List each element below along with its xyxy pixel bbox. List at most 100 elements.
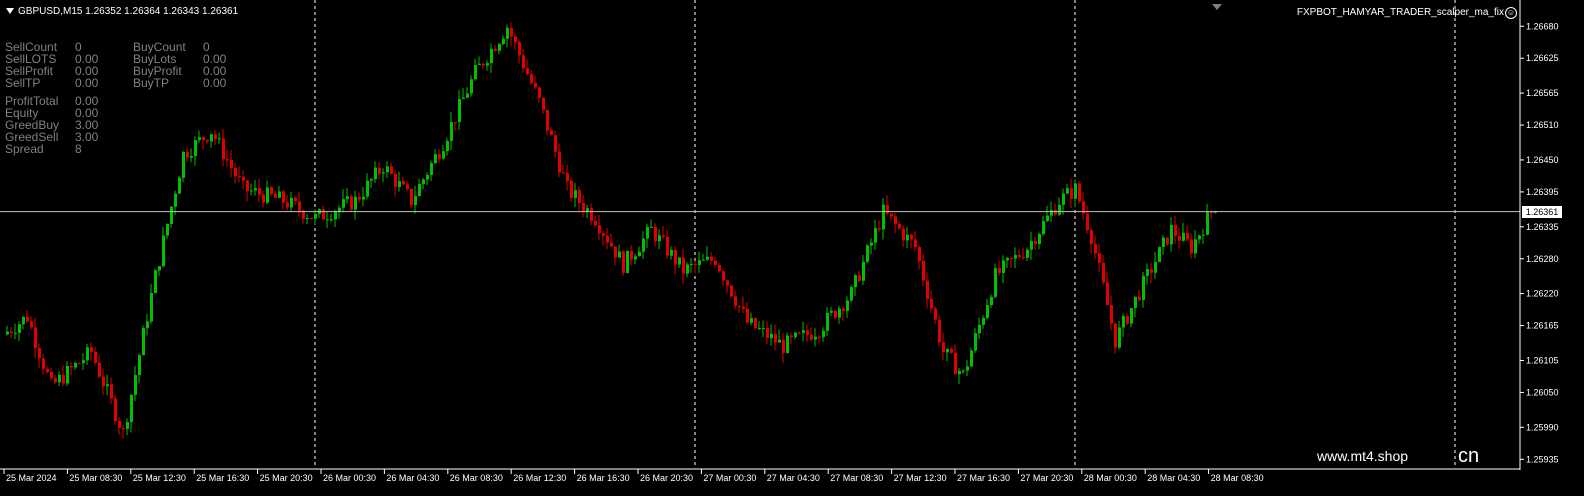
smiley-icon[interactable]: ☺ [1505, 7, 1517, 19]
candle-body [870, 242, 873, 246]
candle [202, 136, 205, 150]
candle [86, 343, 89, 365]
candle [462, 88, 465, 100]
candle [862, 255, 865, 286]
candle [654, 223, 657, 247]
candle [522, 48, 525, 73]
candle-body [370, 179, 373, 181]
scroll-shift-icon[interactable] [1212, 4, 1222, 10]
candle [930, 290, 933, 314]
candle-body [794, 332, 797, 338]
price-label: 1.25935 [1526, 454, 1559, 464]
candle-body [442, 151, 445, 159]
candle-body [814, 336, 817, 340]
candle [38, 343, 41, 369]
candle [542, 97, 545, 114]
candle-body [530, 74, 533, 83]
candle-body [970, 350, 973, 367]
candle-body [114, 398, 117, 422]
candle [162, 226, 165, 268]
candle-body [806, 330, 809, 335]
candle-body [606, 235, 609, 243]
candle-body [266, 187, 269, 203]
candle-body [638, 251, 641, 257]
candle [1046, 205, 1049, 223]
candle [762, 320, 765, 338]
candle-body [22, 317, 25, 325]
candle-body [758, 328, 761, 330]
candle-body [414, 196, 417, 206]
candle-body [230, 159, 233, 168]
time-label: 27 Mar 00:30 [703, 473, 756, 483]
candle [934, 305, 937, 325]
candle-body [994, 268, 997, 297]
candle [770, 324, 773, 346]
candle [102, 368, 105, 396]
candle [558, 143, 561, 178]
candle [1010, 257, 1013, 268]
candle-body [14, 332, 17, 334]
candle-body [666, 236, 669, 256]
candle-body [770, 333, 773, 339]
candle [346, 187, 349, 204]
candle [954, 344, 957, 375]
candle-body [354, 196, 357, 210]
candle-body [798, 332, 801, 334]
candle [42, 353, 45, 375]
candle [498, 42, 501, 55]
candle [274, 190, 277, 199]
candle [1106, 272, 1109, 306]
price-chart[interactable]: 1.26680 1.26625 1.26565 1.26510 1.26450 1.263… [0, 0, 1584, 496]
candle-body [802, 330, 805, 333]
candle-body [134, 375, 137, 395]
candle [662, 226, 665, 240]
candle [410, 188, 413, 209]
candle-body [130, 394, 133, 423]
period-separators [314, 0, 1456, 468]
candle-body [1162, 237, 1165, 247]
candle [118, 416, 121, 436]
candle [334, 209, 337, 227]
candle-body [670, 249, 673, 256]
candle-body [618, 251, 621, 258]
candle-body [1014, 254, 1017, 259]
candle [622, 249, 625, 277]
candle [562, 164, 565, 174]
candle [474, 58, 477, 81]
candle [1190, 233, 1193, 259]
candle-body [334, 212, 337, 220]
chart-window[interactable]: 1.26680 1.26625 1.26565 1.26510 1.26450 1.263… [0, 0, 1584, 496]
candle-body [1174, 224, 1177, 236]
candle [866, 243, 869, 264]
candle [194, 136, 197, 166]
candle-body [506, 27, 509, 39]
candle-body [1054, 210, 1057, 215]
candle-body [342, 199, 345, 208]
candle-body [58, 374, 61, 383]
candle-body [942, 342, 945, 353]
candle [290, 191, 293, 212]
candle-body [498, 44, 501, 51]
candle [70, 361, 73, 376]
candle-body [742, 306, 745, 309]
candle [22, 316, 25, 330]
candle [742, 296, 745, 313]
candle [138, 353, 141, 384]
candle [430, 160, 433, 182]
candle-body [326, 219, 329, 221]
candle-body [246, 180, 249, 192]
candle [1098, 244, 1101, 273]
candle [734, 290, 737, 310]
candle [634, 253, 637, 265]
candle-body [1126, 316, 1129, 324]
candle-body [194, 139, 197, 157]
candle [122, 425, 125, 439]
candle-body [10, 331, 13, 333]
candle [610, 233, 613, 248]
candle [746, 302, 749, 325]
candle-body [854, 275, 857, 288]
candle-body [1138, 296, 1141, 301]
candle-body [46, 368, 49, 373]
candle-body [42, 358, 45, 369]
candle-body [750, 318, 753, 323]
